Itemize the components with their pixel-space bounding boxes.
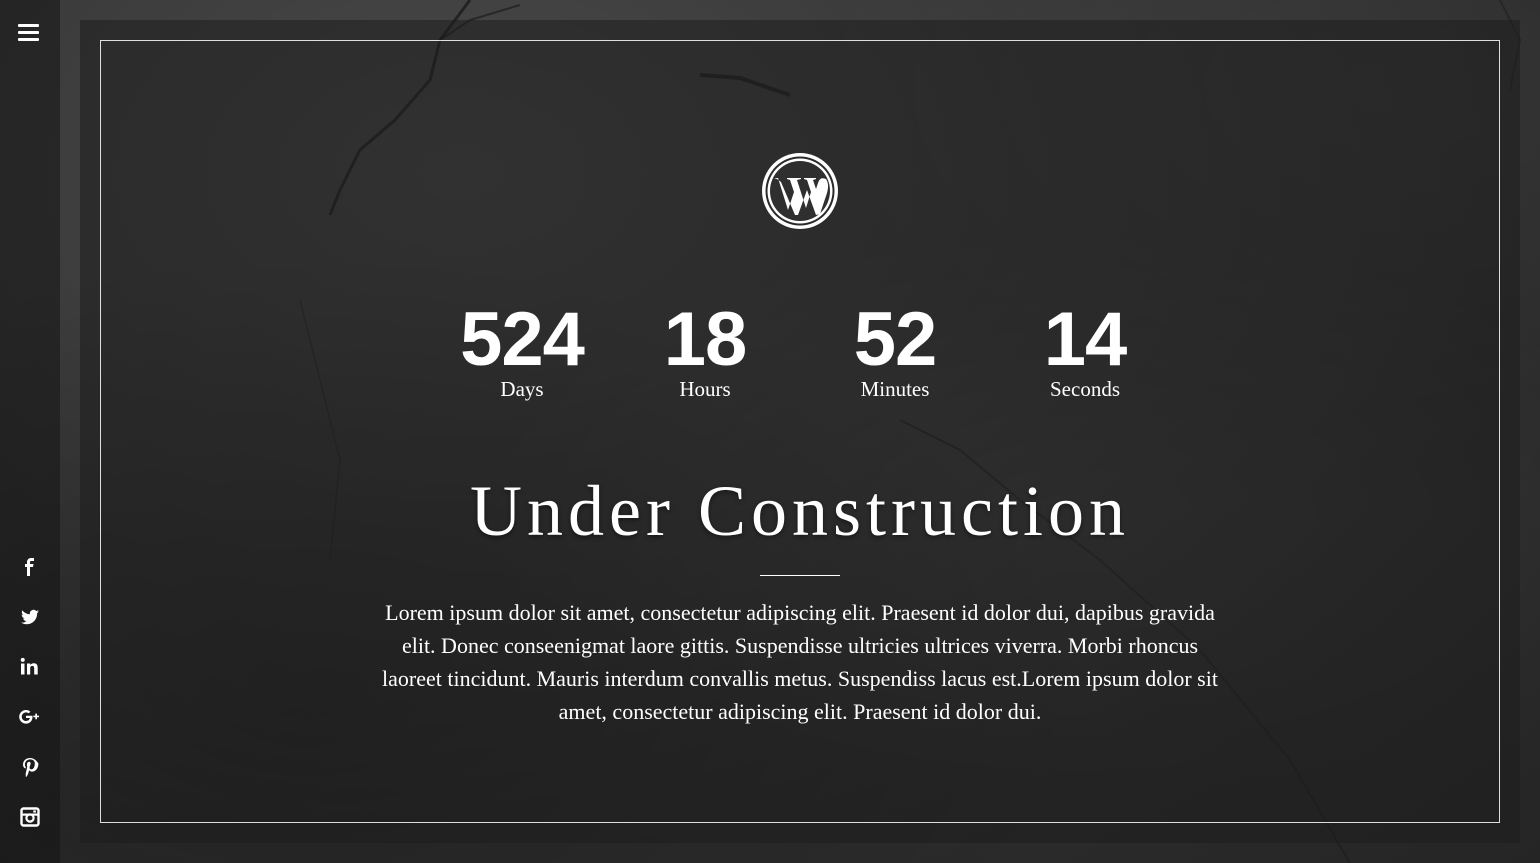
countdown-days: 524 Days <box>442 302 602 402</box>
countdown-minutes: 52 Minutes <box>815 302 975 402</box>
main-panel: 524 Days 18 Hours 52 Minutes 14 Seconds … <box>80 20 1520 843</box>
description-text: Lorem ipsum dolor sit amet, consectetur … <box>382 600 1218 724</box>
social-links <box>0 552 60 852</box>
twitter-icon[interactable] <box>0 602 60 652</box>
days-value: 524 <box>460 297 585 382</box>
countdown-hours: 18 Hours <box>625 302 785 402</box>
hours-label: Hours <box>679 377 731 401</box>
page-title: Under Construction <box>470 471 1130 551</box>
google-plus-icon[interactable] <box>0 702 60 752</box>
seconds-value: 14 <box>1043 297 1128 382</box>
instagram-icon[interactable] <box>0 802 60 852</box>
page-background: 524 Days 18 Hours 52 Minutes 14 Seconds … <box>0 0 1540 863</box>
countdown-seconds: 14 Seconds <box>1005 302 1165 402</box>
countdown: 524 Days 18 Hours 52 Minutes 14 Seconds <box>80 302 1520 412</box>
hamburger-menu-icon[interactable] <box>18 24 42 46</box>
facebook-icon[interactable] <box>0 552 60 602</box>
minutes-value: 52 <box>853 297 938 382</box>
linkedin-icon[interactable] <box>0 652 60 702</box>
hours-value: 18 <box>663 297 748 382</box>
wordpress-logo-icon <box>760 152 842 230</box>
left-sidebar <box>0 0 60 863</box>
title-divider <box>760 575 840 576</box>
pinterest-icon[interactable] <box>0 752 60 802</box>
seconds-label: Seconds <box>1050 377 1120 401</box>
minutes-label: Minutes <box>860 377 930 401</box>
